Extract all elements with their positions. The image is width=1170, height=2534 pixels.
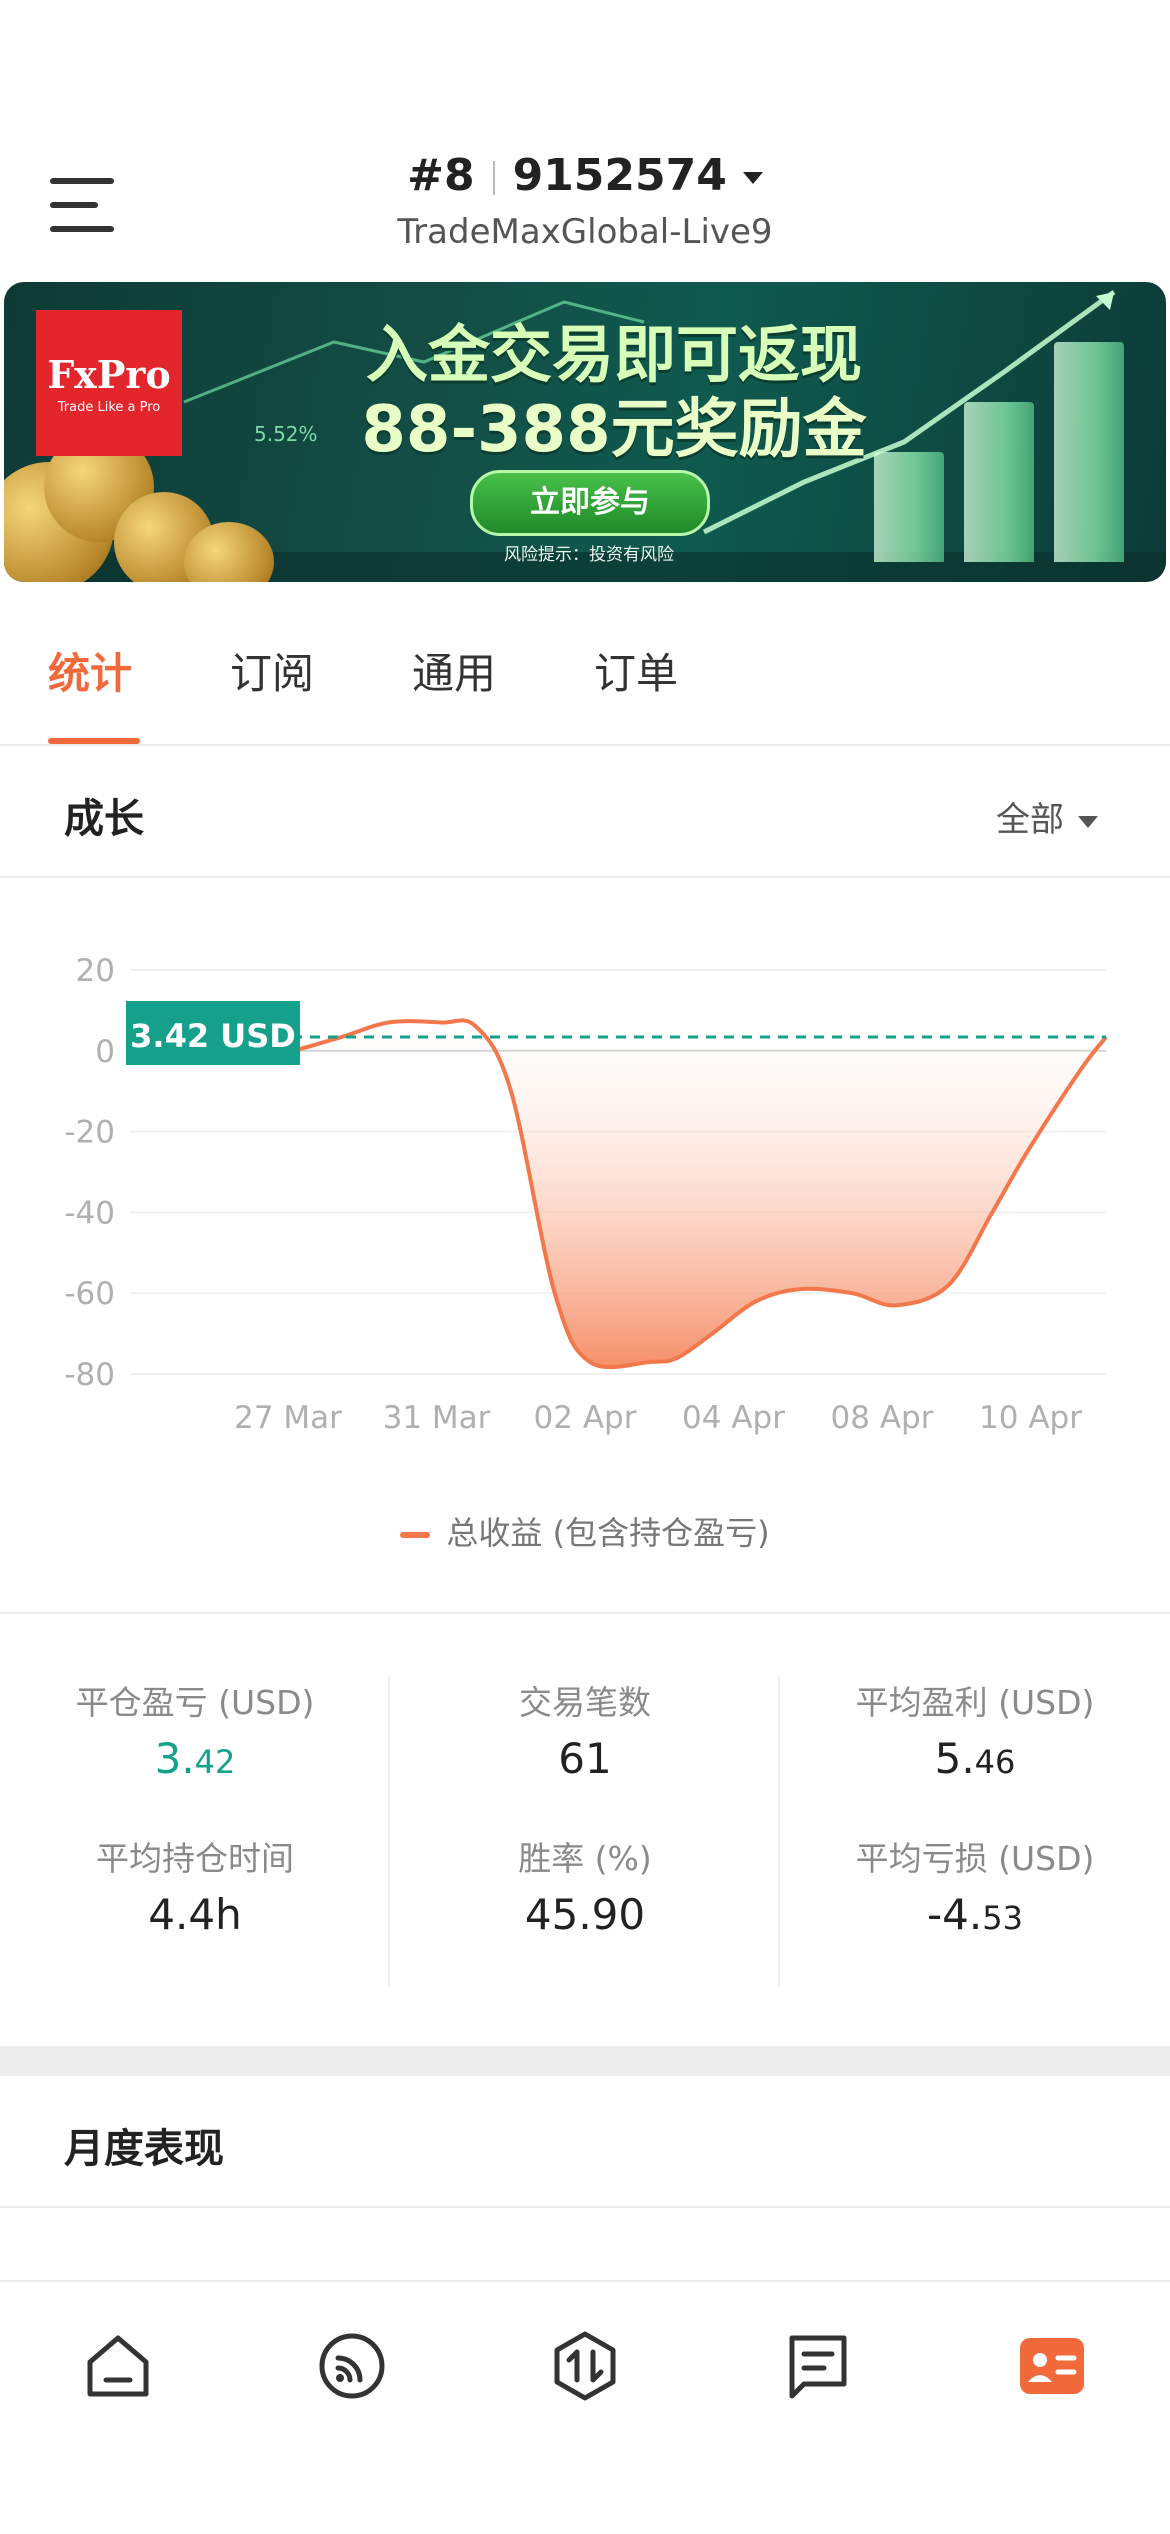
tab-statistics[interactable]: 统计	[48, 640, 132, 701]
x-tick-label: 08 Apr	[831, 1400, 934, 1436]
trades-count-stat: 交易笔数 61	[390, 1676, 780, 1783]
legend-label: 总收益 (包含持仓盈亏)	[446, 1514, 770, 1552]
join-now-button[interactable]: 立即参与	[470, 470, 710, 536]
divider	[0, 2206, 1170, 2208]
trade-icon[interactable]	[547, 2328, 623, 2404]
risk-note: 风险提示：投资有风险	[504, 545, 674, 565]
account-number: 9152574	[512, 150, 727, 201]
growth-chart: 20 0 -20 -40 -60 -80 27 Mar 31 Mar 02 Apr 04 Apr 0…	[64, 953, 1108, 1436]
x-tick-label: 31 Mar	[383, 1400, 491, 1436]
divider	[0, 1612, 1170, 1614]
range-filter-label: 全部	[996, 800, 1064, 840]
stat-value: 3.42	[154, 1734, 236, 1783]
message-icon[interactable]	[780, 2328, 856, 2404]
y-tick-label: 20	[76, 953, 115, 989]
divider	[388, 1676, 390, 1986]
stat-label: 平均亏损 (USD)	[855, 1839, 1095, 1878]
account-selector[interactable]: #8 9152574	[0, 150, 1170, 201]
series-area	[126, 1020, 1106, 1368]
separator	[492, 161, 495, 195]
divider	[0, 876, 1170, 878]
stat-value: 4.4h	[148, 1890, 242, 1939]
x-tick-label: 10 Apr	[979, 1400, 1082, 1436]
promo-banner[interactable]: FxPro Trade Like a Pro 5.52% 入金交易即可返现 88…	[4, 282, 1166, 582]
current-value-label: 3.42 USD	[130, 1017, 296, 1055]
tab-general[interactable]: 通用	[412, 640, 496, 701]
stat-label: 交易笔数	[519, 1683, 651, 1722]
y-tick-label: -60	[64, 1276, 115, 1312]
tab-orders[interactable]: 订单	[594, 640, 678, 701]
legend-swatch	[400, 1532, 431, 1538]
chevron-down-icon	[1078, 815, 1098, 828]
win-rate-stat: 胜率 (%) 45.90	[390, 1832, 780, 1939]
x-tick-label: 27 Mar	[234, 1400, 342, 1436]
section-separator	[0, 2046, 1170, 2076]
stat-label: 平仓盈亏 (USD)	[75, 1683, 315, 1722]
stat-value: 45.90	[524, 1890, 646, 1939]
y-tick-label: 0	[95, 1034, 115, 1070]
divider	[778, 1676, 780, 1986]
banner-subline: 88-388元奖励金	[361, 393, 867, 467]
avg-loss-stat: 平均亏损 (USD) -4.53	[780, 1832, 1170, 1939]
stat-label: 胜率 (%)	[518, 1839, 652, 1878]
range-filter[interactable]: 全部	[996, 792, 1098, 841]
stat-value: 61	[558, 1734, 612, 1783]
x-tick-label: 04 Apr	[682, 1400, 785, 1436]
stat-label: 平均盈利 (USD)	[855, 1683, 1095, 1722]
fxpro-logo: FxPro Trade Like a Pro	[36, 310, 182, 456]
y-tick-label: -40	[64, 1195, 115, 1231]
stat-value: -4.53	[927, 1890, 1023, 1939]
account-rank: #8	[407, 150, 475, 201]
chevron-down-icon	[742, 172, 763, 184]
tab-subscribe[interactable]: 订阅	[230, 640, 314, 701]
x-tick-label: 02 Apr	[534, 1400, 637, 1436]
chart-legend[interactable]: 总收益 (包含持仓盈亏)	[0, 1508, 1170, 1554]
growth-title: 成长	[64, 796, 144, 842]
signal-feed-icon[interactable]	[314, 2328, 390, 2404]
server-name: TradeMaxGlobal-Live9	[397, 212, 773, 252]
stat-value: 5.46	[934, 1734, 1016, 1783]
closed-pl-stat: 平仓盈亏 (USD) 3.42	[0, 1676, 390, 1783]
y-tick-label: -80	[64, 1357, 115, 1393]
bottom-nav	[0, 2280, 1170, 2534]
y-tick-label: -20	[64, 1115, 115, 1151]
bar-graphic	[1054, 342, 1124, 562]
monthly-performance-title: 月度表现	[64, 2126, 224, 2172]
profile-card-icon[interactable]	[1014, 2328, 1090, 2404]
divider	[0, 744, 1170, 746]
avg-hold-time-stat: 平均持仓时间 4.4h	[0, 1832, 390, 1939]
stat-label: 平均持仓时间	[96, 1839, 294, 1878]
avg-profit-stat: 平均盈利 (USD) 5.46	[780, 1676, 1170, 1783]
home-icon[interactable]	[80, 2328, 156, 2404]
bar-graphic	[964, 402, 1034, 562]
